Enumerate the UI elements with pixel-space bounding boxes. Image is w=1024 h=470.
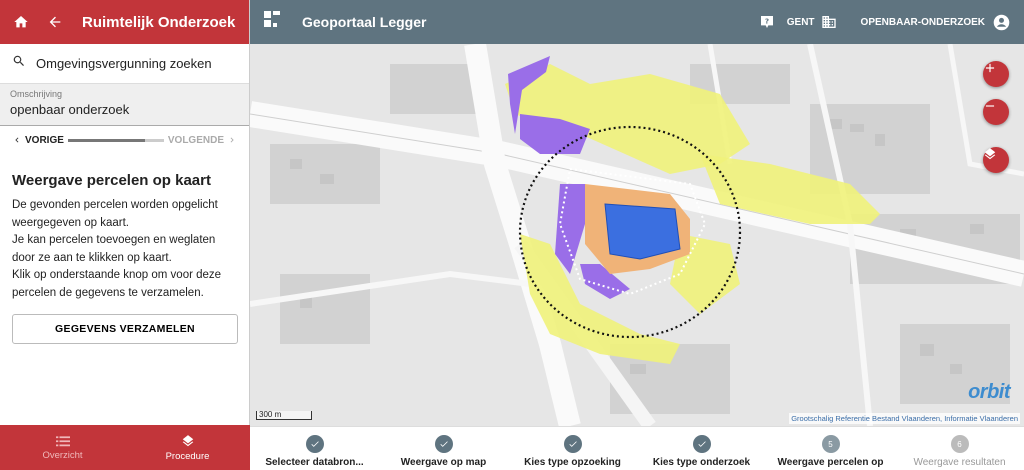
top-bar: Geoportaal Legger ? GENT OPENBAAR-ONDERZ… <box>250 0 1024 44</box>
step-5[interactable]: 5 Weergave percelen op <box>766 427 895 470</box>
zoom-out-button[interactable] <box>983 99 1009 125</box>
tab-procedure[interactable]: Procedure <box>125 425 250 470</box>
check-icon <box>305 435 324 453</box>
search-icon <box>12 54 26 73</box>
check-icon <box>563 435 582 453</box>
tab-procedure-label: Procedure <box>165 450 210 462</box>
app-title: Geoportaal Legger <box>302 14 427 30</box>
home-icon[interactable] <box>10 11 32 33</box>
tab-overzicht-label: Overzicht <box>42 449 83 461</box>
svg-text:?: ? <box>765 16 769 25</box>
map-canvas[interactable] <box>250 44 1024 426</box>
procedure-steps: Selecteer databron... Weergave op map Ki… <box>250 426 1024 470</box>
content-line-1: De gevonden percelen worden opgelicht <box>12 199 218 211</box>
layers-icon <box>984 148 996 160</box>
omschrijving-value: openbaar onderzoek <box>10 102 130 117</box>
step-3[interactable]: Kies type opzoeking <box>508 427 637 470</box>
left-header: Ruimtelijk Onderzoek <box>0 0 249 44</box>
step-1[interactable]: Selecteer databron... <box>250 427 379 470</box>
tab-overzicht[interactable]: Overzicht <box>0 425 125 470</box>
progress-fill <box>67 138 145 142</box>
layers-icon <box>182 434 193 446</box>
step-2[interactable]: Weergave op map <box>379 427 508 470</box>
step-6-label: Weergave resultaten <box>913 457 1006 468</box>
omschrijving-field[interactable]: Omschrijving openbaar onderzoek <box>0 84 249 126</box>
left-footer: Overzicht Procedure <box>0 425 250 470</box>
chevron-left-icon <box>15 137 19 143</box>
prev-label: VORIGE <box>25 134 64 146</box>
orbit-logo: orbit <box>968 381 1010 403</box>
city-label: GENT <box>786 16 815 28</box>
chevron-right-icon <box>230 137 234 143</box>
plus-icon <box>985 63 995 73</box>
left-panel: Ruimtelijk Onderzoek Omgevingsvergunning… <box>0 0 250 470</box>
search-label: Omgevingsvergunning zoeken <box>36 56 212 71</box>
omschrijving-label: Omschrijving <box>10 89 63 99</box>
content-heading: Weergave percelen op kaart <box>12 172 211 189</box>
map-view[interactable]: 300 m orbit Grootschalig Referentie Best… <box>250 44 1024 426</box>
user-menu[interactable]: OPENBAAR-ONDERZOEK <box>849 14 1010 31</box>
prev-button[interactable]: VORIGE <box>12 135 64 146</box>
help-icon: ? <box>760 16 773 28</box>
map-scale: 300 m <box>256 411 312 420</box>
step-1-label: Selecteer databron... <box>265 457 364 468</box>
step-5-label: Weergave percelen op <box>777 457 884 468</box>
help-button[interactable]: ? <box>759 14 775 30</box>
map-attribution[interactable]: Grootschalig Referentie Bestand Vlaander… <box>789 413 1020 424</box>
city-selector[interactable]: GENT <box>787 14 837 30</box>
step-4[interactable]: Kies type onderzoek <box>637 427 766 470</box>
search-row[interactable]: Omgevingsvergunning zoeken <box>0 44 249 84</box>
step-content: Weergave percelen op kaart De gevonden p… <box>0 154 249 356</box>
app-logo-icon <box>264 10 282 34</box>
next-button[interactable]: VOLGENDE <box>168 135 237 146</box>
zoom-in-button[interactable] <box>983 61 1009 87</box>
back-arrow-icon[interactable] <box>44 11 66 33</box>
user-label: OPENBAAR-ONDERZOEK <box>860 16 985 28</box>
check-icon <box>434 435 453 453</box>
step-3-label: Kies type opzoeking <box>524 457 621 468</box>
next-label: VOLGENDE <box>167 134 224 146</box>
content-line-3: Je kan percelen toevoegen en weglaten <box>12 234 216 246</box>
building-icon <box>821 16 836 28</box>
step-6[interactable]: 6 Weergave resultaten <box>895 427 1024 470</box>
step-2-label: Weergave op map <box>400 457 487 468</box>
layers-button[interactable] <box>983 147 1009 173</box>
account-icon <box>993 14 1010 30</box>
content-line-6: percelen de gegevens te verzamelen. <box>12 286 204 299</box>
content-line-4: door ze aan te klikken op kaart. <box>12 251 172 264</box>
check-icon <box>692 435 711 453</box>
list-icon <box>55 435 70 446</box>
step-6-number: 6 <box>950 435 969 453</box>
minus-icon <box>985 105 995 107</box>
progress-bar <box>67 138 164 142</box>
content-line-5: Klik op onderstaande knop om voor deze <box>12 269 222 281</box>
step-5-number: 5 <box>821 435 840 453</box>
step-navigator: VORIGE VOLGENDE <box>0 126 249 154</box>
content-line-2: weergegeven op kaart. <box>12 216 129 229</box>
step-4-label: Kies type onderzoek <box>652 457 751 468</box>
panel-title: Ruimtelijk Onderzoek <box>82 13 236 31</box>
gegevens-verzamelen-button[interactable]: GEGEVENS VERZAMELEN <box>12 314 238 344</box>
